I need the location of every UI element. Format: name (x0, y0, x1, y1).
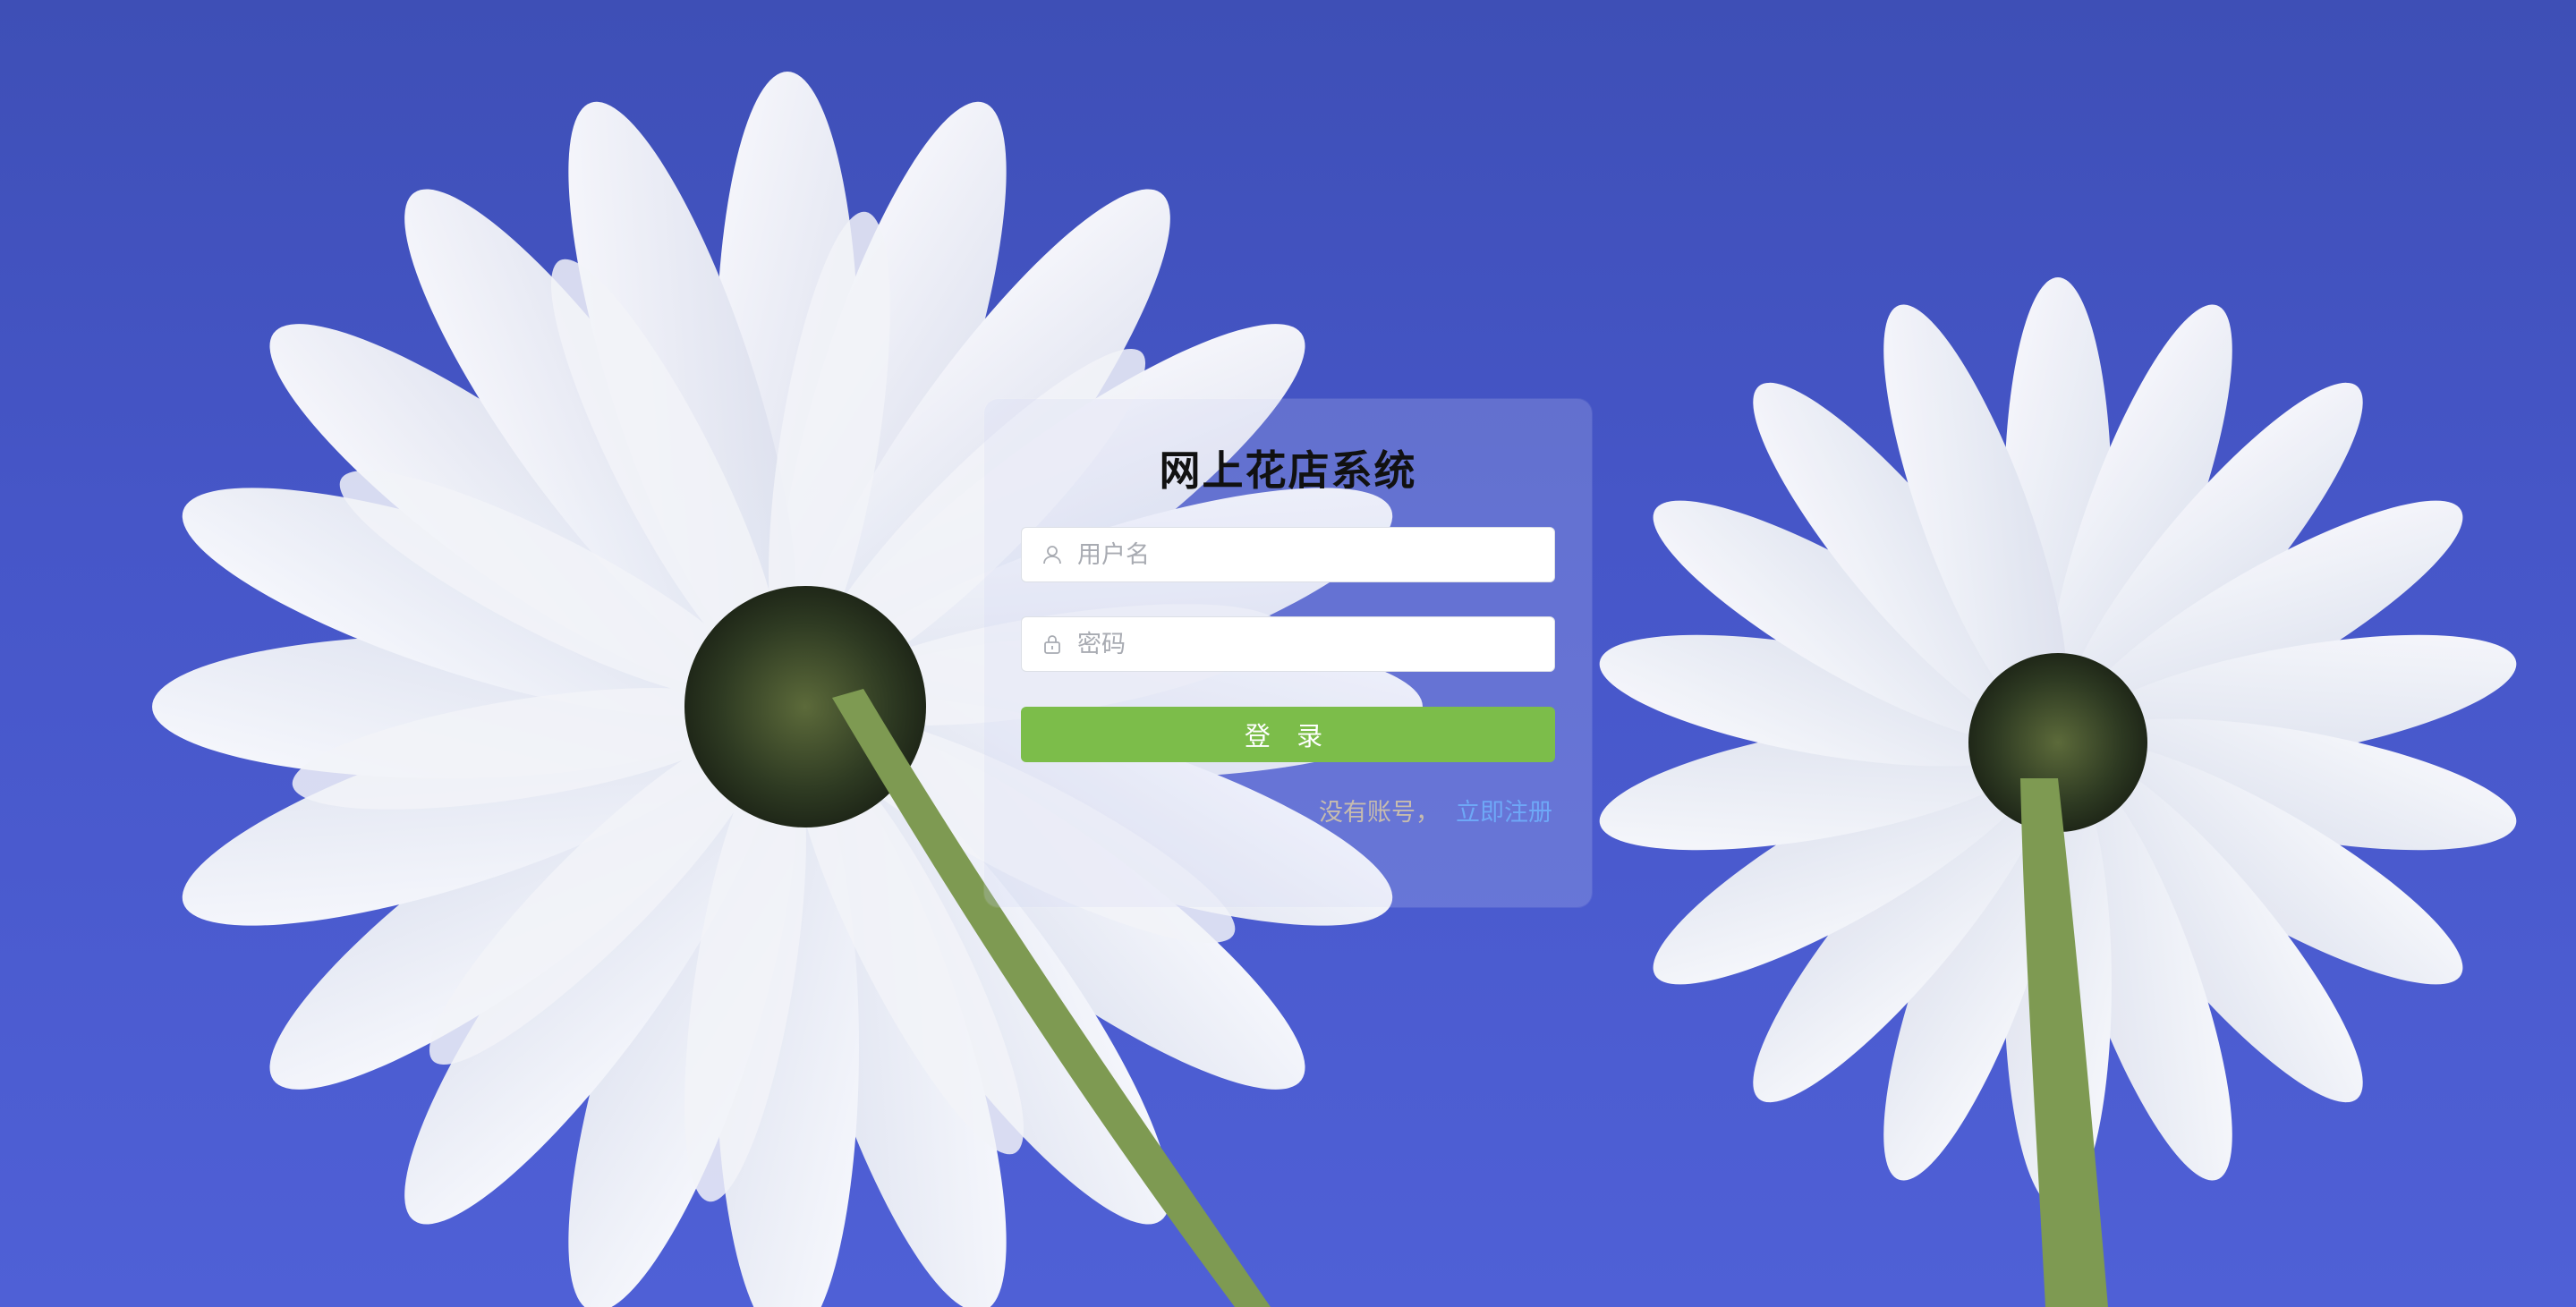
password-input[interactable] (1077, 617, 1554, 671)
login-button[interactable]: 登 录 (1021, 707, 1555, 762)
login-card: 网上花店系统 登 录 没有账号， 立即注册 (984, 399, 1592, 907)
lock-icon (1044, 635, 1060, 654)
register-hint: 没有账号， (1319, 799, 1440, 827)
page-title: 网上花店系统 (1159, 446, 1417, 495)
username-input[interactable] (1077, 528, 1554, 581)
register-link[interactable]: 立即注册 (1456, 793, 1552, 827)
username-field[interactable] (1021, 527, 1555, 582)
user-icon (1043, 546, 1061, 564)
register-line: 没有账号， 立即注册 (1319, 793, 1552, 827)
password-field[interactable] (1021, 616, 1555, 672)
login-page: 网上花店系统 登 录 没有账号， 立即注册 (0, 0, 2576, 1307)
